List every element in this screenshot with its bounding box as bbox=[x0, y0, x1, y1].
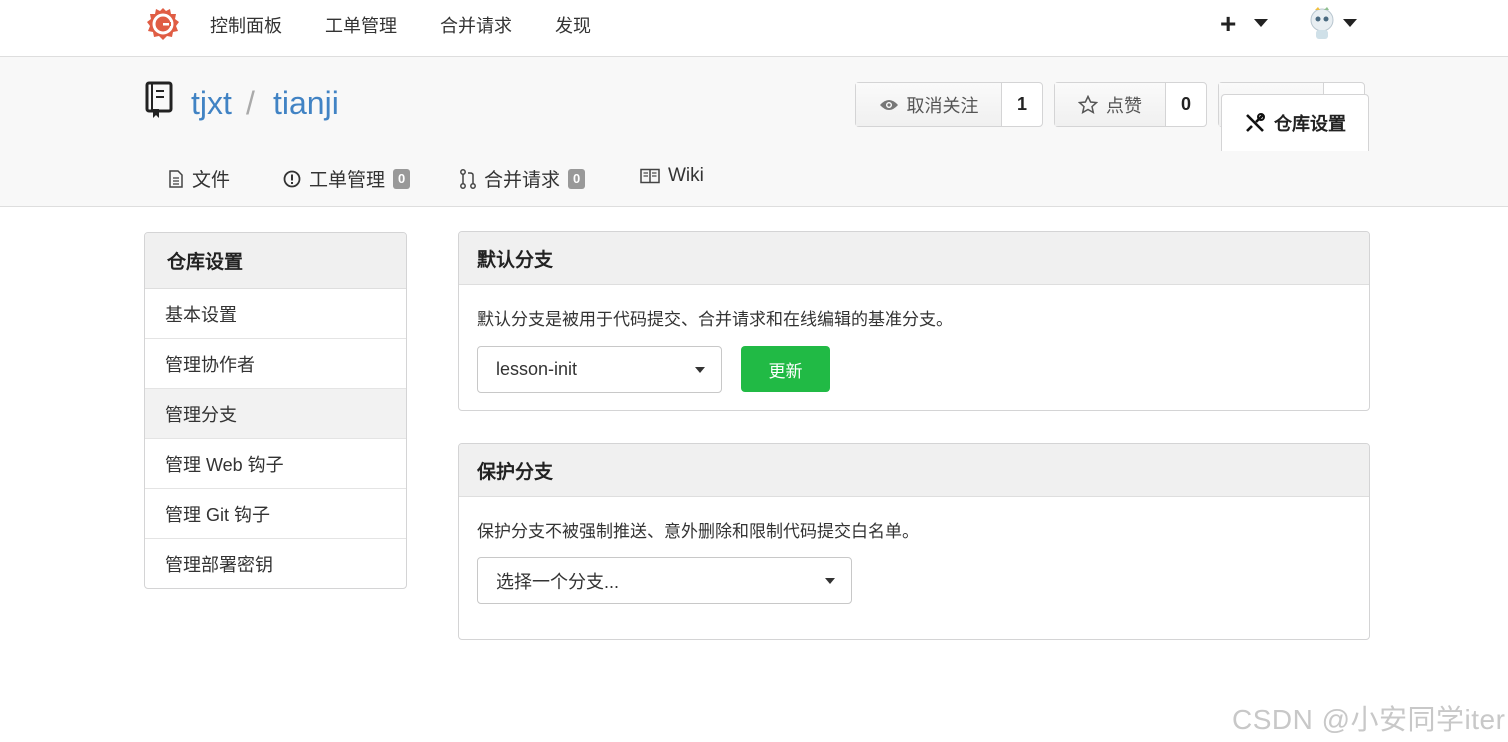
star-label: 点赞 bbox=[1106, 95, 1142, 116]
star-button[interactable]: 点赞 bbox=[1055, 83, 1166, 126]
sidebar-item-branches[interactable]: 管理分支 bbox=[145, 389, 406, 439]
default-branch-description: 默认分支是被用于代码提交、合并请求和在线编辑的基准分支。 bbox=[477, 310, 953, 329]
protected-branch-placeholder: 选择一个分支... bbox=[496, 571, 620, 592]
breadcrumb-separator: / bbox=[246, 85, 255, 121]
protected-branch-select[interactable]: 选择一个分支... bbox=[477, 557, 852, 604]
repo-owner-link[interactable]: tjxt bbox=[191, 85, 232, 122]
tab-settings-label: 仓库设置 bbox=[1274, 114, 1346, 134]
nav-pulls[interactable]: 合并请求 bbox=[440, 12, 512, 38]
watermark: CSDN @小安同学iter bbox=[1232, 704, 1506, 735]
eye-icon bbox=[879, 98, 899, 112]
chevron-down-icon[interactable] bbox=[1254, 19, 1268, 27]
avatar[interactable] bbox=[1306, 6, 1338, 42]
nav-dashboard[interactable]: 控制面板 bbox=[210, 12, 282, 38]
protected-branch-panel: 保护分支 保护分支不被强制推送、意外删除和限制代码提交白名单。 选择一个分支..… bbox=[458, 443, 1370, 640]
gogs-logo-icon[interactable] bbox=[145, 6, 181, 42]
protected-branch-description: 保护分支不被强制推送、意外删除和限制代码提交白名单。 bbox=[477, 522, 919, 541]
star-button-group: 点赞 0 bbox=[1054, 82, 1207, 127]
tab-files[interactable]: 文件 bbox=[168, 165, 230, 192]
unwatch-button[interactable]: 取消关注 bbox=[856, 83, 1002, 126]
tab-pulls-label: 合并请求 bbox=[484, 170, 561, 191]
watch-button-group: 取消关注 1 bbox=[855, 82, 1043, 127]
watch-count[interactable]: 1 bbox=[1002, 83, 1042, 126]
pull-request-icon bbox=[460, 168, 476, 189]
default-branch-selected-value: lesson-init bbox=[496, 359, 578, 379]
repo-icon bbox=[144, 81, 174, 119]
chevron-down-icon[interactable] bbox=[1343, 19, 1357, 27]
repo-name-link[interactable]: tianji bbox=[273, 85, 339, 122]
settings-sidebar: 仓库设置 基本设置 管理协作者 管理分支 管理 Web 钩子 管理 Git 钩子… bbox=[144, 232, 407, 589]
tab-files-label: 文件 bbox=[192, 170, 231, 191]
default-branch-title: 默认分支 bbox=[459, 232, 1369, 285]
sidebar-item-basic[interactable]: 基本设置 bbox=[145, 289, 406, 339]
create-new-button[interactable]: + bbox=[1220, 8, 1236, 40]
pulls-count-badge: 0 bbox=[568, 168, 586, 189]
dropdown-caret-icon bbox=[695, 367, 705, 373]
issues-count-badge: 0 bbox=[393, 168, 411, 189]
tab-wiki-label: Wiki bbox=[668, 165, 704, 186]
sidebar-item-deploy-keys[interactable]: 管理部署密钥 bbox=[145, 539, 406, 588]
protected-branch-title: 保护分支 bbox=[459, 444, 1369, 497]
book-icon bbox=[640, 168, 660, 184]
top-navbar: 控制面板 工单管理 合并请求 发现 + bbox=[0, 0, 1508, 57]
default-branch-select[interactable]: lesson-init bbox=[477, 346, 722, 393]
update-button[interactable]: 更新 bbox=[741, 346, 830, 392]
tools-icon bbox=[1244, 113, 1266, 133]
nav-issues[interactable]: 工单管理 bbox=[325, 12, 397, 38]
sidebar-item-webhooks[interactable]: 管理 Web 钩子 bbox=[145, 439, 406, 489]
nav-explore[interactable]: 发现 bbox=[555, 12, 591, 38]
watch-label: 取消关注 bbox=[906, 95, 979, 116]
sidebar-item-git-hooks[interactable]: 管理 Git 钩子 bbox=[145, 489, 406, 539]
dropdown-caret-icon bbox=[825, 578, 835, 584]
default-branch-panel: 默认分支 默认分支是被用于代码提交、合并请求和在线编辑的基准分支。 lesson… bbox=[458, 231, 1370, 411]
star-count[interactable]: 0 bbox=[1166, 83, 1206, 126]
tab-issues-label: 工单管理 bbox=[309, 170, 386, 191]
tab-wiki[interactable]: Wiki bbox=[640, 165, 704, 187]
sidebar-title: 仓库设置 bbox=[145, 233, 406, 289]
sidebar-item-collaborators[interactable]: 管理协作者 bbox=[145, 339, 406, 389]
issue-icon bbox=[283, 170, 301, 188]
star-icon bbox=[1078, 94, 1098, 115]
file-icon bbox=[168, 169, 184, 188]
tab-settings[interactable]: 仓库设置 bbox=[1221, 94, 1369, 151]
tab-issues[interactable]: 工单管理 0 bbox=[283, 165, 411, 192]
tab-pull-requests[interactable]: 合并请求 0 bbox=[460, 165, 586, 192]
